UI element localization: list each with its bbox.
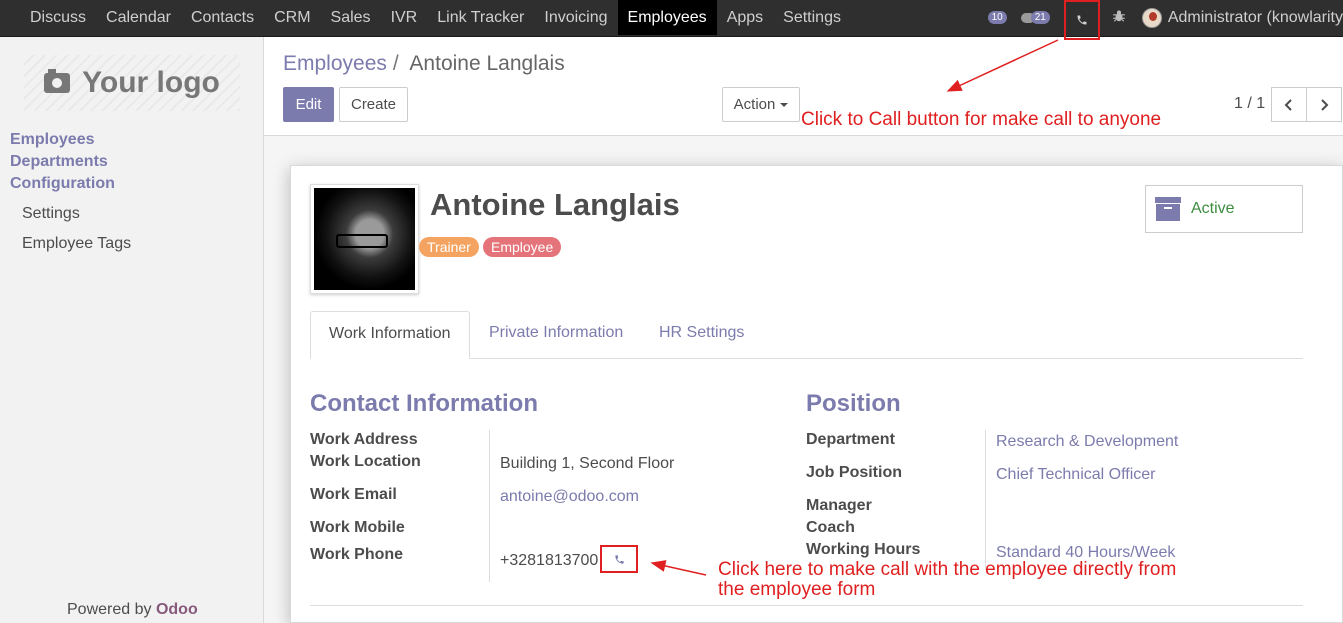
sidebar-item-employee-tags[interactable]: Employee Tags — [10, 233, 131, 255]
menu-calendar[interactable]: Calendar — [96, 0, 181, 35]
contact-information-title: Contact Information — [310, 390, 538, 417]
work-phone-value: +3281813700 — [500, 552, 599, 569]
breadcrumb-current: Antoine Langlais — [409, 52, 565, 75]
menu-apps[interactable]: Apps — [717, 0, 773, 35]
sidebar-item-settings[interactable]: Settings — [10, 203, 131, 225]
sidebar: Your logo Employees Departments Configur… — [0, 37, 264, 623]
menu-crm[interactable]: CRM — [264, 0, 320, 35]
user-menu[interactable]: Administrator (knowlarity — [1168, 9, 1343, 27]
tab-work-information[interactable]: Work Information — [310, 311, 470, 359]
pager-value[interactable]: 1 / 1 — [1234, 95, 1265, 113]
phone-icon — [1077, 15, 1087, 24]
user-avatar[interactable] — [1141, 7, 1162, 28]
position-column-divider — [985, 430, 986, 570]
activity-badge[interactable]: 10 — [987, 11, 1007, 24]
odoo-link[interactable]: Odoo — [156, 601, 198, 618]
camera-icon — [44, 69, 71, 93]
systray: 10 21 Administrator (knowlarity — [987, 0, 1343, 40]
work-address-label: Work Address — [310, 431, 418, 448]
messages-badge: 21 — [1030, 11, 1050, 24]
debug-bug-icon[interactable] — [1112, 9, 1126, 26]
work-phone-label: Work Phone — [310, 546, 404, 563]
menu-link-tracker[interactable]: Link Tracker — [427, 0, 534, 35]
archive-icon — [1155, 197, 1181, 221]
employee-photo[interactable] — [310, 184, 419, 294]
department-link[interactable]: Research & Development — [996, 433, 1178, 451]
chevron-right-icon — [1321, 98, 1329, 111]
tag-trainer[interactable]: Trainer — [419, 237, 479, 257]
messages-button[interactable]: 21 — [1020, 11, 1050, 24]
breadcrumb: Employees / Antoine Langlais — [283, 52, 565, 76]
caret-down-icon — [780, 102, 789, 107]
breadcrumb-employees[interactable]: Employees — [283, 52, 387, 75]
employee-photo-image — [314, 188, 415, 290]
menu-ivr[interactable]: IVR — [381, 0, 428, 35]
employee-name: Antoine Langlais — [430, 187, 680, 222]
bug-icon-svg — [1113, 10, 1125, 22]
breadcrumb-separator: / — [392, 52, 399, 75]
annotation-bottom-line1: Click here to make call with the employe… — [718, 559, 1177, 580]
work-location-value: Building 1, Second Floor — [500, 455, 675, 472]
action-label: Action — [733, 96, 776, 113]
tab-private-information[interactable]: Private Information — [471, 311, 641, 359]
arrow-to-call-button — [946, 39, 1059, 92]
job-position-label: Job Position — [806, 464, 902, 481]
sidebar-nav: Employees Departments Configuration Sett… — [10, 129, 131, 255]
chevron-left-icon — [1284, 98, 1292, 111]
menu-contacts[interactable]: Contacts — [181, 0, 264, 35]
pager-previous-button[interactable] — [1271, 87, 1307, 122]
pager-next-button[interactable] — [1306, 87, 1342, 122]
main-menu: Discuss Calendar Contacts CRM Sales IVR … — [20, 0, 851, 35]
create-button[interactable]: Create — [339, 87, 408, 122]
logo-text: Your logo — [82, 66, 220, 99]
manager-label: Manager — [806, 497, 872, 514]
contact-column-divider — [489, 430, 490, 582]
active-toggle-button[interactable]: Active — [1145, 185, 1303, 233]
annotation-bottom-line2: the employee form — [718, 579, 876, 600]
phone-icon — [614, 554, 624, 564]
powered-by-label: Powered by — [67, 601, 152, 618]
menu-sales[interactable]: Sales — [321, 0, 381, 35]
form-tabs: Work Information Private Information HR … — [310, 311, 1303, 359]
menu-settings[interactable]: Settings — [773, 0, 851, 35]
menu-invoicing[interactable]: Invoicing — [534, 0, 617, 35]
work-email-label: Work Email — [310, 486, 397, 503]
powered-by: Powered by Odoo — [67, 601, 198, 619]
annotation-top: Click to Call button for make call to an… — [801, 109, 1162, 130]
call-employee-button[interactable] — [600, 545, 638, 573]
working-hours-label: Working Hours — [806, 541, 921, 558]
menu-discuss[interactable]: Discuss — [20, 0, 96, 35]
sidebar-item-employees[interactable]: Employees — [10, 129, 131, 151]
job-position-link[interactable]: Chief Technical Officer — [996, 466, 1155, 484]
work-mobile-label: Work Mobile — [310, 519, 405, 536]
active-label: Active — [1191, 200, 1235, 217]
company-logo[interactable]: Your logo — [24, 55, 240, 111]
work-email-link[interactable]: antoine@odoo.com — [500, 488, 639, 506]
tab-hr-settings[interactable]: HR Settings — [641, 311, 762, 359]
coach-label: Coach — [806, 519, 855, 536]
work-location-label: Work Location — [310, 453, 421, 470]
edit-button[interactable]: Edit — [283, 87, 334, 122]
position-title: Position — [806, 390, 901, 417]
action-dropdown[interactable]: Action — [722, 87, 800, 122]
sidebar-item-configuration[interactable]: Configuration — [10, 173, 131, 195]
department-label: Department — [806, 431, 895, 448]
menu-employees[interactable]: Employees — [617, 0, 717, 35]
top-navbar: Discuss Calendar Contacts CRM Sales IVR … — [0, 0, 1343, 40]
form-bottom-divider — [310, 605, 1303, 606]
sidebar-item-departments[interactable]: Departments — [10, 151, 131, 173]
tag-employee[interactable]: Employee — [483, 237, 562, 257]
click-to-call-button[interactable] — [1063, 0, 1100, 40]
